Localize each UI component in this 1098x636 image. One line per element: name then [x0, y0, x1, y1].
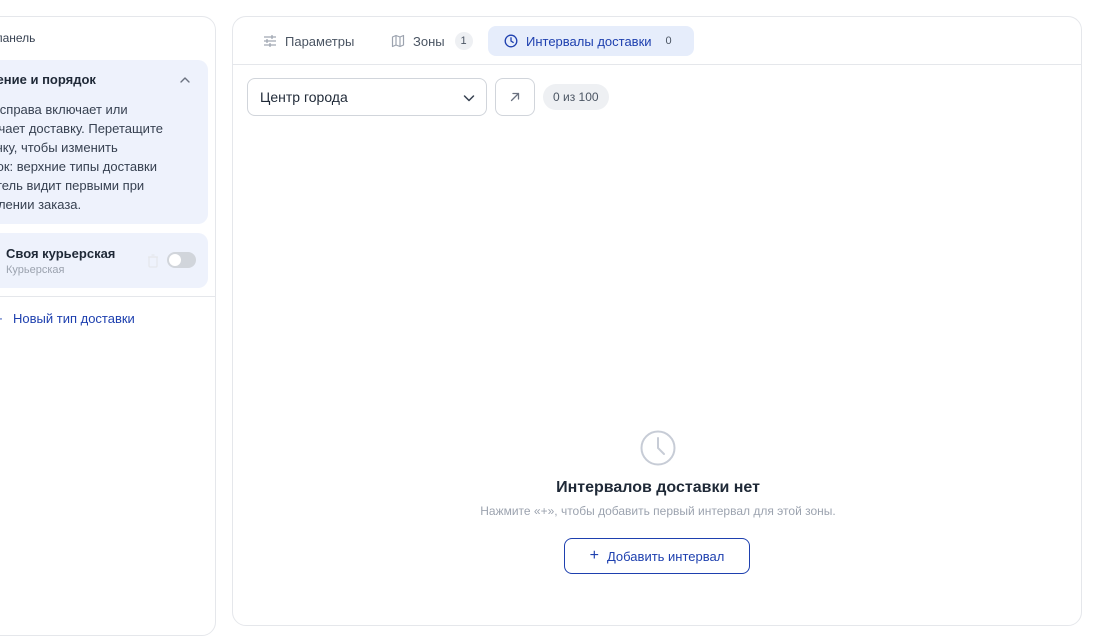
empty-state-title: Интервалов доставки нет [556, 479, 760, 496]
external-link-icon [510, 92, 520, 102]
trash-icon[interactable] [147, 254, 159, 268]
new-delivery-type-label: Новый тип доставки [13, 311, 135, 326]
map-icon [391, 34, 405, 48]
divider [0, 296, 215, 297]
tab-count-badge: 0 [665, 35, 672, 47]
empty-state-description: Нажмите «+», чтобы добавить первый интер… [480, 504, 836, 518]
zone-select-value: Центр города [260, 89, 348, 105]
sliders-icon [264, 35, 276, 47]
sidebar-panel: ть панель чение и порядок н справа включ… [0, 16, 216, 636]
info-line: млении заказа. [0, 197, 82, 212]
tab-count-badge: 1 [454, 32, 473, 50]
tab-zones[interactable]: Зоны 1 [391, 26, 473, 56]
info-line: атель видит первыми при [0, 178, 145, 193]
tab-label: Параметры [285, 33, 355, 49]
clock-icon [504, 34, 518, 48]
info-line: очку, чтобы изменить [0, 140, 118, 155]
info-line: н справа включает или [0, 102, 128, 117]
chevron-up-icon[interactable] [178, 73, 192, 87]
info-line: ючает доставку. Перетащите [0, 121, 163, 136]
zone-select[interactable]: Центр города [247, 78, 487, 116]
add-interval-button[interactable]: + Добавить интервал [564, 538, 750, 574]
clock-icon [640, 430, 676, 466]
chevron-down-icon [463, 95, 475, 102]
delivery-type-item[interactable]: Своя курьерская Курьерская [0, 233, 208, 288]
plus-icon: + [0, 311, 9, 326]
toggle-knob [169, 254, 181, 266]
tab-label: Интервалы доставки [526, 33, 652, 49]
new-delivery-type-button[interactable]: + Новый тип доставки [0, 311, 135, 326]
tab-label: Зоны [413, 33, 445, 49]
interval-limit-badge: 0 из 100 [543, 84, 609, 110]
delivery-type-toggle[interactable] [167, 252, 196, 268]
tab-bar: Параметры Зоны 1 Интервалы доставки 0 [233, 17, 1081, 65]
info-title: чение и порядок [0, 72, 96, 87]
empty-state: Интервалов доставки нет Нажмите «+», что… [233, 429, 1083, 518]
info-text: н справа включает или ючает доставку. Пе… [0, 100, 189, 214]
tab-parameters[interactable]: Параметры [263, 26, 354, 56]
plus-icon: + [589, 547, 599, 564]
delivery-type-subtitle: Курьерская [6, 264, 65, 276]
tab-delivery-intervals[interactable]: Интервалы доставки 0 [488, 26, 694, 56]
collapse-panel-link[interactable]: ть панель [0, 31, 35, 45]
open-zone-button[interactable] [495, 78, 535, 116]
info-line: док: верхние типы доставки [0, 159, 158, 174]
add-interval-label: Добавить интервал [606, 548, 725, 564]
main-panel: Параметры Зоны 1 Интервалы доставки 0 Це… [232, 16, 1082, 626]
delivery-type-name: Своя курьерская [6, 246, 116, 261]
info-card: чение и порядок н справа включает или юч… [0, 60, 208, 224]
